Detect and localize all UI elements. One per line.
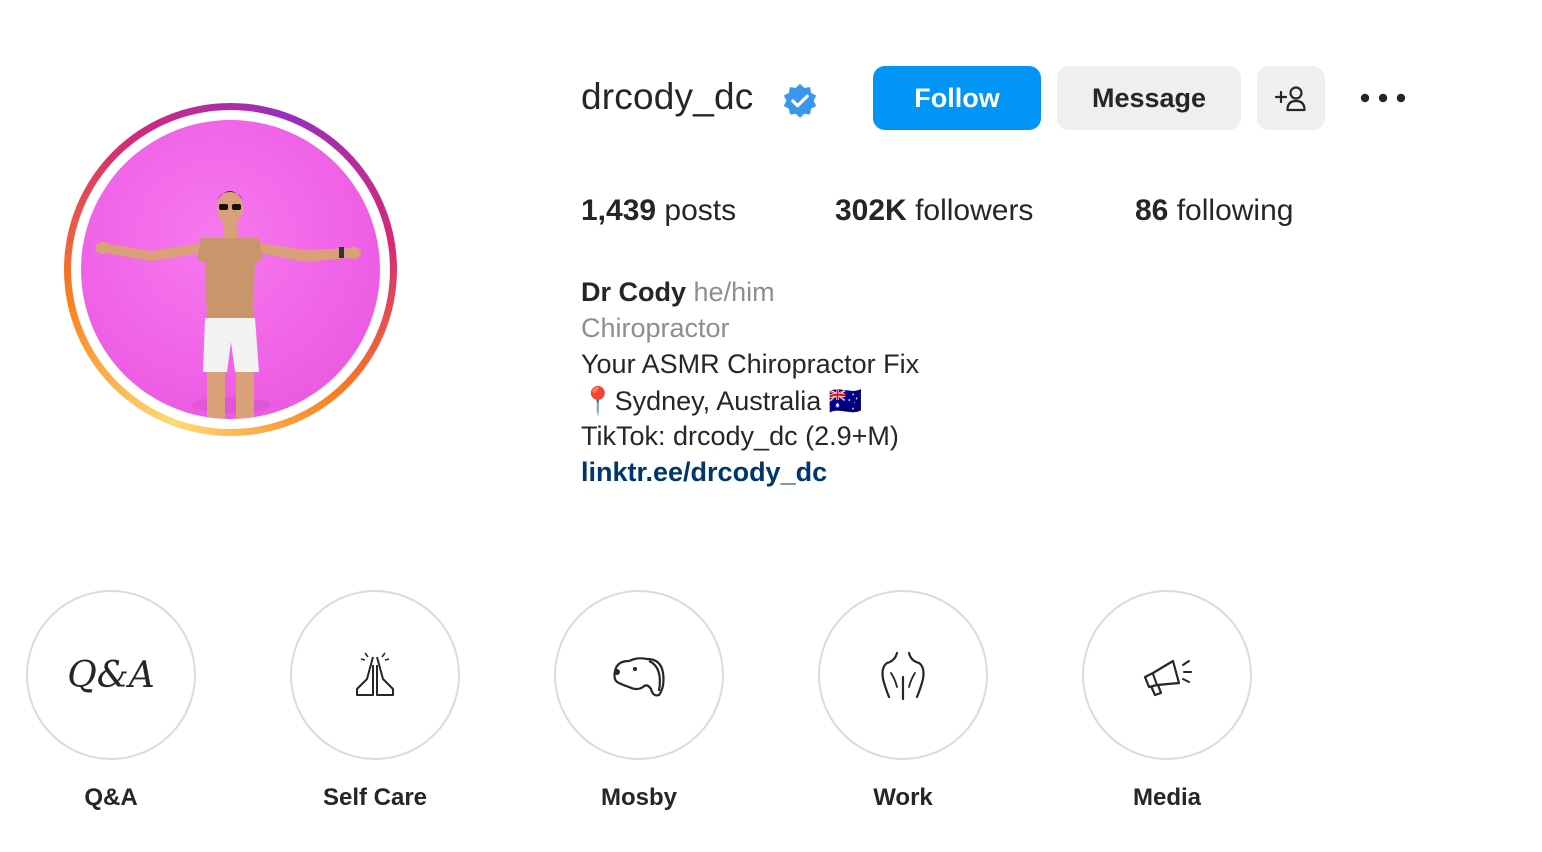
highlight-label: Media (1132, 784, 1201, 811)
qa-text-icon: Q&A (67, 654, 155, 696)
bio-name-line: Dr Cody he/him (581, 277, 775, 308)
bio-tagline: Your ASMR Chiropractor Fix (581, 349, 920, 379)
following-label: following (1176, 194, 1294, 227)
highlight-cover[interactable] (818, 590, 988, 760)
australia-flag-icon: 🇦🇺 (828, 386, 863, 416)
highlight-label: Work (873, 784, 933, 811)
message-button[interactable]: Message (1057, 66, 1241, 130)
following-stat[interactable]: 86 following (1135, 194, 1293, 228)
posts-stat: 1,439 posts (581, 194, 736, 228)
megaphone-icon (1143, 659, 1192, 697)
bio-external-link[interactable]: linktr.ee/drcody_dc (581, 457, 827, 487)
following-count: 86 (1135, 194, 1169, 227)
bio-category: Chiropractor (581, 313, 730, 343)
dog-icon (613, 657, 665, 697)
avatar (81, 120, 380, 419)
highlight-cover[interactable] (1082, 590, 1252, 760)
highlight-cover[interactable] (290, 590, 460, 760)
followers-count: 302K (835, 194, 907, 227)
spine-back-icon (881, 651, 925, 701)
add-user-icon (1274, 86, 1306, 112)
praying-hands-icon (356, 652, 394, 696)
highlight-label: Self Care (322, 784, 428, 811)
profile-username: drcody_dc (581, 76, 754, 117)
posts-label: posts (664, 194, 737, 227)
followers-label: followers (915, 194, 1034, 227)
bio-pronouns: he/him (693, 277, 775, 307)
suggest-users-button[interactable] (1257, 66, 1325, 130)
highlight-label: Mosby (600, 784, 677, 811)
verified-badge-icon (783, 83, 817, 118)
bio-full-name: Dr Cody (581, 277, 687, 307)
more-options-icon[interactable] (1357, 82, 1409, 114)
bio-location: 📍Sydney, Australia 🇦🇺 (581, 385, 862, 417)
highlight-cover[interactable]: Q&A (26, 590, 196, 760)
followers-stat[interactable]: 302K followers (835, 194, 1033, 228)
avatar-person-illustration (95, 191, 361, 419)
bio-location-text: Sydney, Australia (614, 386, 822, 416)
highlight-cover[interactable] (554, 590, 724, 760)
location-pin-icon: 📍 (581, 386, 615, 416)
highlight-label: Q&A (84, 784, 138, 811)
posts-count: 1,439 (581, 194, 657, 227)
follow-button[interactable]: Follow (873, 66, 1041, 130)
profile-avatar-story-ring[interactable] (64, 103, 397, 436)
profile-page: drcody_dc Follow Message 1,439 posts 302… (0, 0, 1542, 852)
bio-tiktok: TikTok: drcody_dc (2.9+M) (581, 421, 899, 451)
bio-link-line: linktr.ee/drcody_dc (581, 457, 827, 488)
